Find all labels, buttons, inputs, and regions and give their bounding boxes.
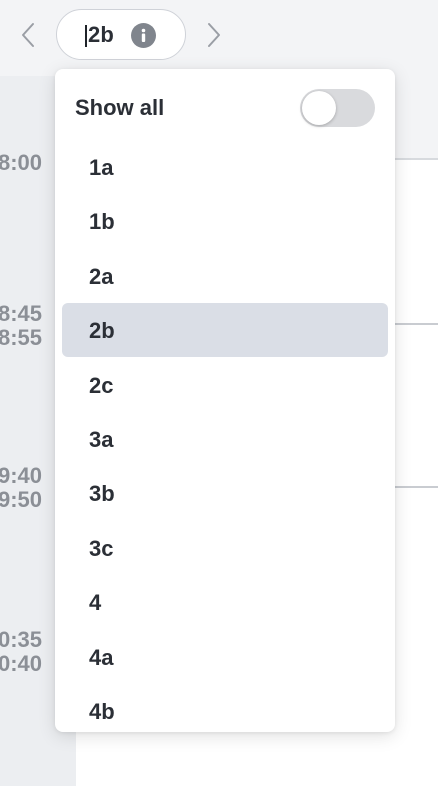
text-caret [85,25,87,47]
option-item[interactable]: 1a [55,140,395,194]
time-label: 0:40 [0,651,42,676]
option-item[interactable]: 3a [55,412,395,466]
time-label: 0:35 [0,627,42,652]
next-button[interactable] [200,18,228,52]
option-label: 2b [89,318,115,344]
option-label: 4b [89,698,115,724]
show-all-label: Show all [75,95,165,120]
option-label: 1a [89,155,114,180]
option-item[interactable]: 4 [55,575,395,629]
toggle-knob [302,91,336,125]
option-label: 4a [89,644,114,670]
show-all-toggle[interactable] [300,89,375,127]
option-label: 3a [89,426,114,452]
top-bar: 2b [0,0,438,76]
option-item[interactable]: 4a [55,630,395,684]
option-label: 1b [89,209,115,235]
option-label: 3c [89,535,114,561]
option-item[interactable]: 1b [55,194,395,248]
show-all-row: Show all [55,69,395,147]
time-label: 9:40 [0,463,42,488]
chevron-right-icon [208,23,220,47]
option-list: 1a 1b 2a 2b 2c 3a 3b 3c 4 4a 4b [55,140,395,732]
class-dropdown: Show all 1a 1b 2a 2b 2c 3a 3b 3c 4 4a 4b [55,69,395,732]
time-label: 9:50 [0,487,42,512]
time-label: 8:55 [0,325,42,350]
previous-button[interactable] [14,18,42,52]
option-label: 2a [89,263,114,289]
option-item[interactable]: 3b [55,466,395,520]
option-label: 4 [89,590,102,616]
info-icon[interactable] [131,23,156,48]
option-label: 2c [89,372,114,398]
time-label: 8:00 [0,150,42,175]
selector-value: 2b [88,22,115,47]
option-item[interactable]: 2a [55,249,395,303]
option-item[interactable]: 2c [55,358,395,412]
chevron-left-icon [22,23,34,47]
option-label: 3b [89,481,115,507]
option-item[interactable]: 4b [55,684,395,732]
option-item[interactable]: 3c [55,521,395,575]
class-selector[interactable]: 2b [56,9,186,60]
option-item-selected[interactable]: 2b [55,303,395,358]
time-label: 8:45 [0,301,42,326]
